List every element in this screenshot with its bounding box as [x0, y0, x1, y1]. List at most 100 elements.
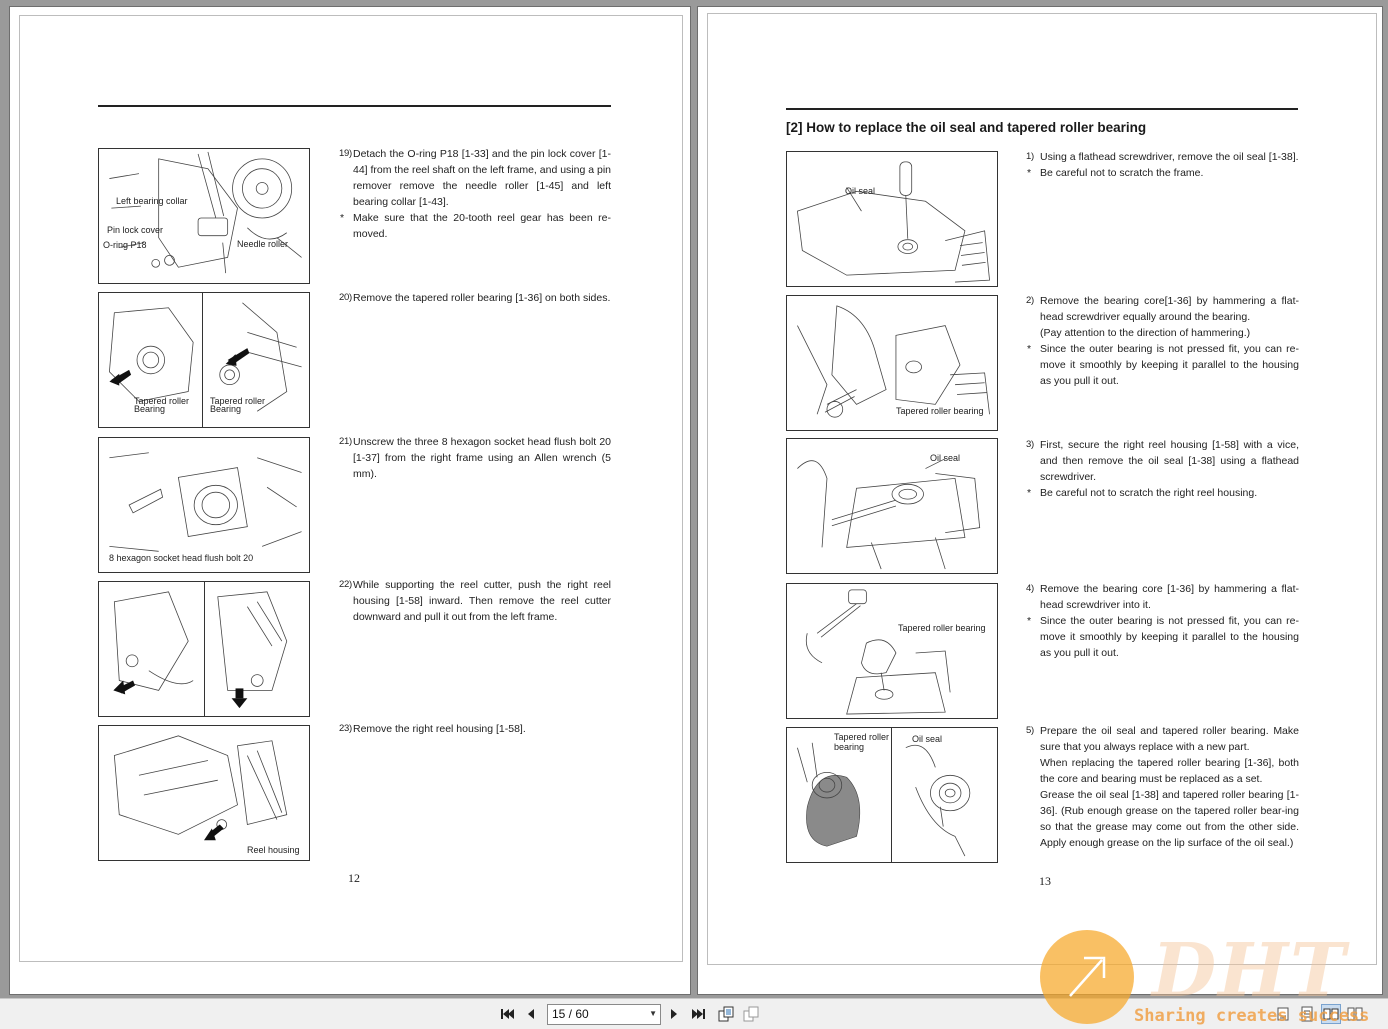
fit-width-icon[interactable] [741, 1004, 761, 1024]
two-page-continuous-icon[interactable] [1345, 1004, 1365, 1024]
step-number: 19) [339, 148, 352, 159]
header-rule [98, 105, 611, 107]
step-number: 3) [1026, 439, 1034, 450]
step-note: * Since the outer bearing is not pressed … [1027, 343, 1299, 387]
step-number: 22) [339, 579, 352, 590]
step-text: Detach the O-ring P18 [1-33] and the pin… [353, 148, 611, 208]
step-text: Prepare the oil seal and tapered roller … [1040, 725, 1299, 753]
note-marker: * [1027, 343, 1032, 355]
figure-reel-cutter [98, 581, 310, 717]
first-page-icon[interactable] [497, 1004, 517, 1024]
illustration-tapered-bearing [109, 302, 302, 412]
step-number: 21) [339, 436, 352, 447]
page-number: 12 [348, 871, 360, 885]
label-tapered-roller: Tapered roller [834, 732, 890, 742]
step-number: 4) [1026, 583, 1034, 594]
step-text: First, secure the right reel housing [1-… [1040, 439, 1299, 483]
step-19: 19) Detach the O-ring P18 [1-33] and the… [339, 146, 611, 242]
step-21: 21) Unscrew the three 8 hexagon socket h… [339, 434, 611, 482]
step-number: 23) [339, 723, 352, 734]
step-text: Using a flathead screwdriver, remove the… [1040, 151, 1299, 163]
step-note: * Since the outer bearing is not pressed … [1027, 615, 1299, 659]
figure-hexagon-bolt: 8 hexagon socket head flush bolt 20 [98, 437, 310, 573]
illustration-screwdriver-oil-seal [796, 161, 990, 283]
label-oil-seal: Oil seal [845, 186, 876, 196]
label-left-bearing-collar: Left bearing collar [116, 196, 188, 206]
page-indicator: 15 / 60 [552, 1007, 589, 1021]
note-marker: * [1027, 615, 1032, 627]
illustration-reel-housing [113, 735, 288, 841]
step-number: 5) [1026, 725, 1034, 736]
header-rule [786, 108, 1298, 110]
continuous-icon[interactable] [1297, 1004, 1317, 1024]
label-pin-lock-cover: Pin lock cover [107, 225, 164, 235]
document-viewport[interactable]: Left bearing collar Pin lock cover O-rin… [0, 0, 1388, 998]
figure-divider [204, 582, 205, 716]
step-2: 2) Remove the bearing core[1-36] by hamm… [1026, 293, 1299, 389]
illustration-vice [797, 458, 981, 570]
chevron-down-icon: ▼ [649, 1009, 657, 1018]
step-text-2: (Pay attention to the direction of hamme… [1040, 327, 1251, 339]
step-5: 5) Prepare the oil seal and tapered roll… [1026, 723, 1299, 851]
step-text: Remove the bearing core [1-36] by hammer… [1040, 583, 1299, 611]
note-marker: * [1027, 487, 1032, 499]
figure-grease-parts: Tapered roller bearing Oil seal [786, 727, 998, 863]
note-marker: * [340, 212, 345, 224]
figure-tapered-roller-bearing: Tapered roller Bearing Tapered roller Be… [98, 292, 310, 428]
figure-divider [202, 293, 203, 427]
illustration-hammer-vice [805, 589, 951, 715]
page-number: 13 [1039, 874, 1051, 888]
step-number: 2) [1026, 295, 1034, 306]
figure-divider [891, 728, 892, 862]
figure-bearing-core-vice: Tapered roller bearing [786, 583, 998, 719]
label-bearing-1: Bearing [134, 404, 166, 414]
viewer-toolbar: 15 / 60 ▼ [0, 998, 1388, 1029]
step-23: 23) Remove the right reel housing [1-58]… [339, 721, 611, 737]
figure-vice-oil-seal: Oil seal [786, 438, 998, 574]
page-number-select[interactable]: 15 / 60 ▼ [547, 1004, 661, 1025]
step-text: Remove the tapered roller bearing [1-36]… [353, 292, 611, 304]
label-oil-seal: Oil seal [912, 734, 943, 744]
figure-left-bearing-collar: Left bearing collar Pin lock cover O-rin… [98, 148, 310, 284]
step-note: * Be careful not to scratch the right ree… [1027, 487, 1258, 499]
step-22: 22) While supporting the reel cutter, pu… [339, 577, 611, 625]
step-20: 20) Remove the tapered roller bearing [1… [339, 290, 611, 306]
last-page-icon[interactable] [689, 1004, 709, 1024]
label-o-ring: O-ring P18 [103, 240, 147, 250]
label-oil-seal: Oil seal [930, 453, 961, 463]
page-12: Left bearing collar Pin lock cover O-rin… [9, 6, 691, 995]
figure-reel-housing: Reel housing [98, 725, 310, 861]
step-text: Remove the bearing core[1-36] by hammeri… [1040, 295, 1299, 323]
label-hexagon-bolt: 8 hexagon socket head flush bolt 20 [109, 553, 254, 563]
illustration-grease [797, 742, 971, 857]
figure-bearing-core-hammering: Tapered roller bearing [786, 295, 998, 431]
step-note: * Make sure that the 20-tooth reel gear h… [340, 212, 611, 240]
label-tapered-roller-bearing: Tapered roller bearing [898, 623, 986, 633]
label-bearing-2: Bearing [210, 404, 242, 414]
step-text: Remove the right reel housing [1-58]. [353, 723, 526, 735]
figure-oil-seal-frame: Oil seal [786, 151, 998, 287]
next-page-icon[interactable] [664, 1004, 684, 1024]
fit-page-icon[interactable] [716, 1004, 736, 1024]
step-text: While supporting the reel cutter, push t… [353, 579, 611, 623]
label-bearing: bearing [834, 742, 865, 752]
section-title: [2] How to replace the oil seal and tape… [786, 120, 1147, 135]
step-text-2: When replacing the tapered roller bearin… [1040, 757, 1299, 785]
page-13: [2] How to replace the oil seal and tape… [697, 6, 1383, 995]
label-needle-roller: Needle roller [237, 239, 289, 249]
step-number: 1) [1026, 151, 1034, 162]
two-page-icon[interactable] [1321, 1004, 1341, 1024]
single-page-icon[interactable] [1273, 1004, 1293, 1024]
step-text: Unscrew the three 8 hexagon socket head … [353, 436, 611, 480]
step-number: 20) [339, 292, 352, 303]
illustration-hexagon-bolt [109, 452, 302, 552]
step-text-3: Grease the oil seal [1-38] and tapered r… [1040, 789, 1299, 849]
label-tapered-roller-bearing: Tapered roller bearing [896, 406, 984, 416]
prev-page-icon[interactable] [521, 1004, 541, 1024]
illustration-reel-shaft [109, 151, 302, 274]
step-note: * Be careful not to scratch the frame. [1027, 167, 1204, 179]
label-reel-housing: Reel housing [247, 845, 300, 855]
note-marker: * [1027, 167, 1032, 179]
step-4: 4) Remove the bearing core [1-36] by ham… [1026, 581, 1299, 661]
step-1: 1) Using a flathead screwdriver, remove … [1026, 149, 1299, 181]
